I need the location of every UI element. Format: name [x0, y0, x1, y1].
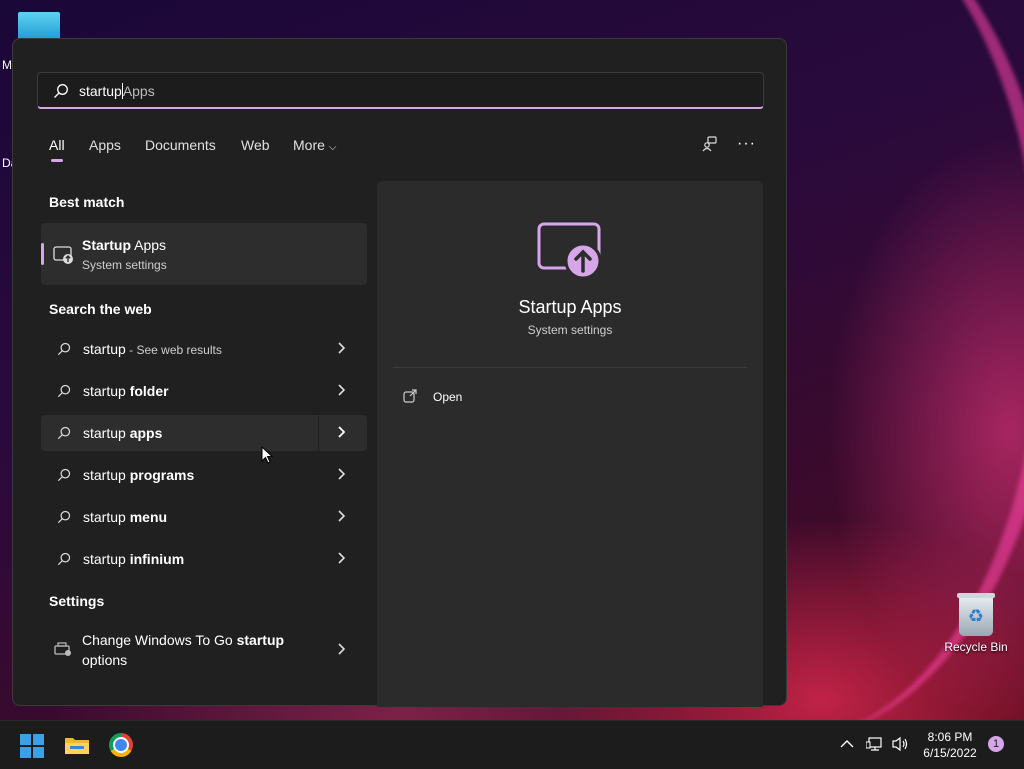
web-result-bold: folder [129, 383, 169, 399]
search-icon [57, 510, 71, 524]
best-match-title-rest: Apps [131, 237, 167, 253]
section-heading-search-web: Search the web [49, 301, 152, 317]
web-result-text: startup menu [83, 509, 167, 525]
chevron-right-icon[interactable] [335, 341, 347, 355]
search-icon [54, 84, 68, 98]
best-match-title-bold: Startup [82, 237, 131, 253]
web-result-note: - See web results [125, 343, 222, 357]
settings-result-text: Change Windows To Go startup options [82, 630, 312, 670]
chevron-right-icon[interactable] [335, 467, 347, 481]
open-external-icon [403, 389, 417, 403]
startup-apps-icon [53, 246, 73, 264]
web-result-prefix: startup [83, 509, 130, 525]
search-autocomplete-suffix: Apps [122, 83, 155, 99]
web-result-text: startup apps [83, 425, 162, 441]
tab-more-label: More [293, 137, 325, 153]
mouse-cursor-icon [261, 446, 273, 464]
best-match-title: Startup Apps [82, 237, 166, 253]
file-explorer-icon[interactable] [64, 735, 90, 755]
search-icon [57, 552, 71, 566]
web-result-prefix: startup [83, 551, 130, 567]
selection-accent [41, 243, 44, 265]
tab-more[interactable]: More ⌵ [293, 137, 337, 153]
tab-all[interactable]: All [49, 137, 65, 162]
taskbar-clock[interactable]: 8:06 PM 6/15/2022 [916, 729, 984, 761]
tab-apps[interactable]: Apps [89, 137, 121, 153]
taskbar: 8:06 PM 6/15/2022 1 [0, 720, 1024, 769]
web-result-text: startup folder [83, 383, 169, 399]
section-heading-best-match: Best match [49, 194, 125, 210]
web-result-bold: programs [129, 467, 195, 483]
detail-title: Startup Apps [518, 297, 622, 317]
search-input[interactable]: startupApps [37, 72, 764, 109]
result-detail-pane: Startup Apps System settings Open [377, 181, 763, 707]
start-search-panel: startupApps All Apps Documents Web More ⌵… [12, 38, 787, 707]
network-icon[interactable] [866, 736, 884, 752]
clock-date: 6/15/2022 [923, 746, 977, 760]
web-result-row[interactable]: startup infinium [41, 541, 367, 577]
best-match-subtitle: System settings [82, 258, 167, 272]
chevron-right-icon[interactable] [335, 642, 347, 656]
search-icon [57, 384, 71, 398]
web-result-bold: menu [129, 509, 168, 525]
web-result-bold: infinium [129, 551, 185, 567]
chevron-right-icon[interactable] [335, 383, 347, 397]
chevron-down-icon: ⌵ [328, 142, 337, 153]
settings-text-after: options [82, 652, 128, 668]
recycle-bin-desktop-icon[interactable]: ♻ Recycle Bin [940, 593, 1012, 654]
web-result-row[interactable]: startup folder [41, 373, 367, 409]
search-icon [57, 426, 71, 440]
section-heading-settings: Settings [49, 593, 105, 609]
search-typed-text: startup [79, 83, 122, 99]
web-result-text: startup - See web results [83, 341, 222, 357]
web-result-row[interactable]: startup apps [41, 415, 367, 451]
recycle-bin-label: Recycle Bin [944, 640, 1008, 654]
best-match-result[interactable]: Startup Apps System settings [41, 223, 367, 285]
clock-time: 8:06 PM [927, 730, 973, 744]
search-icon [57, 468, 71, 482]
detail-subtitle: System settings [527, 323, 613, 337]
tab-documents[interactable]: Documents [145, 137, 216, 153]
switch-account-icon[interactable] [701, 135, 719, 153]
web-result-text: startup infinium [83, 551, 184, 567]
desktop-icon[interactable] [18, 12, 60, 40]
open-label: Open [433, 390, 463, 404]
search-icon [57, 342, 71, 356]
row-divider [318, 415, 319, 451]
desktop-icon-label-fragment: M [2, 58, 12, 72]
web-result-prefix: startup [83, 425, 130, 441]
web-result-bold: apps [129, 425, 163, 441]
web-result-prefix: startup [83, 467, 130, 483]
start-button-windows-icon[interactable] [20, 734, 44, 758]
settings-drive-icon [54, 642, 71, 656]
startup-apps-icon [537, 222, 602, 280]
detail-divider [393, 367, 747, 368]
notification-badge[interactable]: 1 [988, 736, 1004, 752]
search-text: startupApps [79, 83, 155, 99]
settings-result-row[interactable]: Change Windows To Go startup options [41, 627, 367, 673]
more-options-icon[interactable]: ··· [737, 135, 756, 153]
settings-text-before: Change Windows To Go [82, 632, 237, 648]
web-result-prefix: startup [83, 383, 130, 399]
volume-icon[interactable] [891, 736, 909, 752]
chrome-icon[interactable] [109, 733, 133, 757]
chevron-right-icon[interactable] [335, 509, 347, 523]
chevron-right-icon[interactable] [335, 551, 347, 565]
chevron-right-icon[interactable] [335, 425, 347, 439]
recycle-bin-icon: ♻ [957, 593, 995, 636]
web-result-row[interactable]: startup - See web results [41, 331, 367, 367]
web-result-row[interactable]: startup programs [41, 457, 367, 493]
chevron-up-icon[interactable] [840, 739, 854, 749]
web-result-text: startup programs [83, 467, 194, 483]
web-result-prefix: startup [83, 341, 126, 357]
settings-text-bold: startup [236, 632, 285, 648]
web-result-row[interactable]: startup menu [41, 499, 367, 535]
tab-web[interactable]: Web [241, 137, 270, 153]
